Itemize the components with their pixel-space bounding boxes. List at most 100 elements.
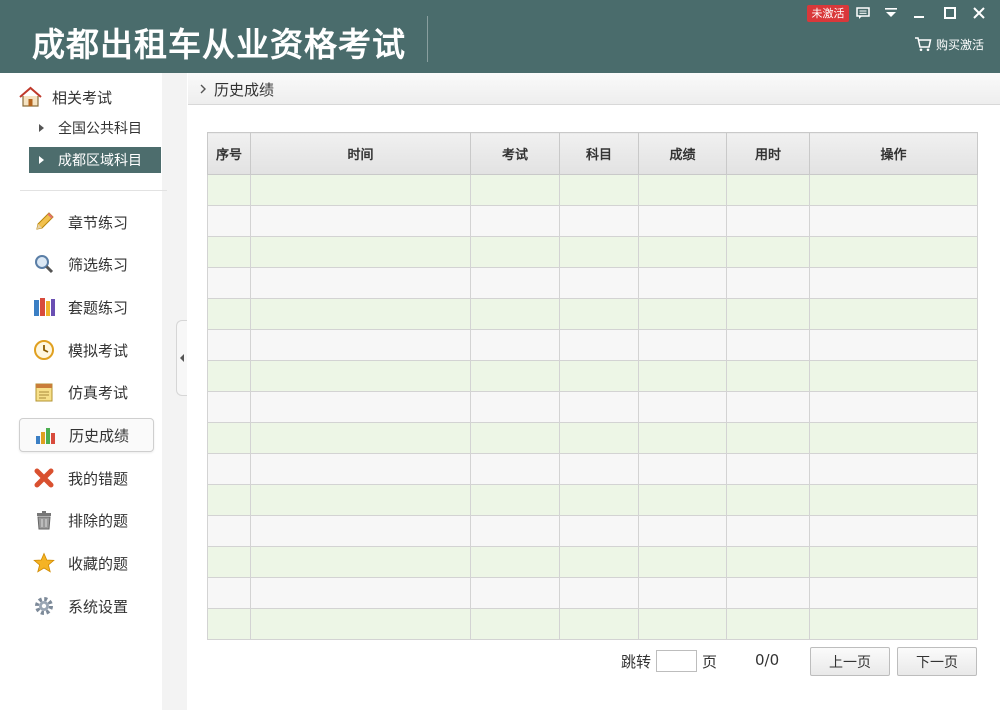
table-cell (638, 298, 727, 330)
nav-label: 仿真考试 (68, 383, 129, 402)
nav-favorite-questions[interactable]: 收藏的题 (19, 546, 154, 580)
next-page-button[interactable]: 下一页 (897, 647, 977, 676)
sub-item-chengdu-regional[interactable]: 成都区域科目 (29, 147, 161, 173)
table-cell (638, 267, 727, 299)
table-cell (559, 515, 639, 547)
bar-chart-icon (32, 422, 58, 448)
table-cell (470, 205, 560, 237)
table-cell (207, 453, 251, 485)
table-row (207, 174, 978, 206)
column-header-index[interactable]: 序号 (207, 132, 251, 175)
minimize-icon[interactable] (908, 3, 930, 23)
table-cell (207, 391, 251, 423)
table-cell (559, 546, 639, 578)
table-cell (638, 205, 727, 237)
table-cell (207, 577, 251, 609)
column-header-time[interactable]: 时间 (250, 132, 471, 175)
table-row (207, 329, 978, 361)
column-header-actions[interactable]: 操作 (809, 132, 978, 175)
breadcrumb: 历史成绩 (200, 79, 274, 99)
table-cell (250, 608, 471, 640)
table-row (207, 484, 978, 516)
buy-activate-button[interactable]: 购买激活 (914, 34, 984, 54)
table-row (207, 205, 978, 237)
table-cell (250, 515, 471, 547)
table-cell (470, 236, 560, 268)
page-jump-input[interactable] (656, 650, 697, 672)
table-row (207, 360, 978, 392)
activation-badge[interactable]: 未激活 (807, 5, 849, 22)
table-cell (470, 577, 560, 609)
chevron-right-icon (200, 84, 206, 94)
red-x-icon (31, 465, 57, 491)
table-cell (250, 484, 471, 516)
table-cell (559, 267, 639, 299)
sidebar-collapse-handle[interactable] (176, 320, 187, 396)
table-cell (638, 360, 727, 392)
home-icon (19, 86, 42, 107)
table-cell (207, 484, 251, 516)
notepad-icon (31, 379, 57, 405)
table-cell (638, 515, 727, 547)
table-cell (559, 577, 639, 609)
table-cell (207, 515, 251, 547)
column-header-score[interactable]: 成绩 (638, 132, 727, 175)
books-icon (31, 294, 57, 320)
nav-mock-exam[interactable]: 模拟考试 (19, 333, 154, 367)
page-count: 0/0 (755, 651, 780, 669)
nav-my-mistakes[interactable]: 我的错题 (19, 461, 154, 495)
table-cell (207, 267, 251, 299)
table-cell (638, 391, 727, 423)
triangle-right-icon (39, 156, 44, 164)
page-unit-label: 页 (702, 653, 718, 671)
table-cell (809, 267, 978, 299)
table-cell (809, 577, 978, 609)
table-cell (726, 608, 810, 640)
table-cell (250, 236, 471, 268)
table-cell (250, 267, 471, 299)
maximize-icon[interactable] (939, 3, 961, 23)
table-cell (559, 391, 639, 423)
table-cell (809, 608, 978, 640)
dropdown-menu-icon[interactable] (880, 3, 902, 23)
close-icon[interactable] (968, 3, 990, 23)
table-cell (638, 484, 727, 516)
column-header-subject[interactable]: 科目 (559, 132, 639, 175)
nav-chapter-practice[interactable]: 章节练习 (19, 205, 154, 239)
nav-filter-practice[interactable]: 筛选练习 (19, 247, 154, 281)
table-cell (809, 515, 978, 547)
related-exams-header[interactable]: 相关考试 (18, 84, 112, 110)
table-cell (250, 298, 471, 330)
table-cell (250, 391, 471, 423)
chevron-left-icon (180, 354, 184, 362)
table-row (207, 577, 978, 609)
nav-system-settings[interactable]: 系统设置 (19, 589, 154, 623)
sub-item-national-public[interactable]: 全国公共科目 (29, 115, 161, 141)
table-cell (207, 608, 251, 640)
nav-simulation-exam[interactable]: 仿真考试 (19, 375, 154, 409)
table-row (207, 422, 978, 454)
sub-item-label: 全国公共科目 (58, 121, 142, 137)
table-row (207, 546, 978, 578)
star-icon (31, 550, 57, 576)
column-header-duration[interactable]: 用时 (726, 132, 810, 175)
history-table: 序号 时间 考试 科目 成绩 用时 操作 (207, 132, 978, 640)
table-cell (470, 422, 560, 454)
table-cell (638, 577, 727, 609)
table-header-row: 序号 时间 考试 科目 成绩 用时 操作 (207, 132, 978, 175)
table-cell (559, 608, 639, 640)
column-header-exam[interactable]: 考试 (470, 132, 560, 175)
nav-label: 我的错题 (68, 469, 129, 488)
triangle-right-icon (39, 124, 44, 132)
feedback-icon[interactable] (852, 3, 874, 23)
table-cell (559, 236, 639, 268)
pencil-icon (31, 209, 57, 235)
table-row (207, 298, 978, 330)
prev-page-button[interactable]: 上一页 (810, 647, 890, 676)
table-cell (638, 329, 727, 361)
nav-history-scores[interactable]: 历史成绩 (19, 418, 154, 452)
table-cell (207, 236, 251, 268)
nav-excluded-questions[interactable]: 排除的题 (19, 503, 154, 537)
table-cell (250, 205, 471, 237)
nav-set-practice[interactable]: 套题练习 (19, 290, 154, 324)
